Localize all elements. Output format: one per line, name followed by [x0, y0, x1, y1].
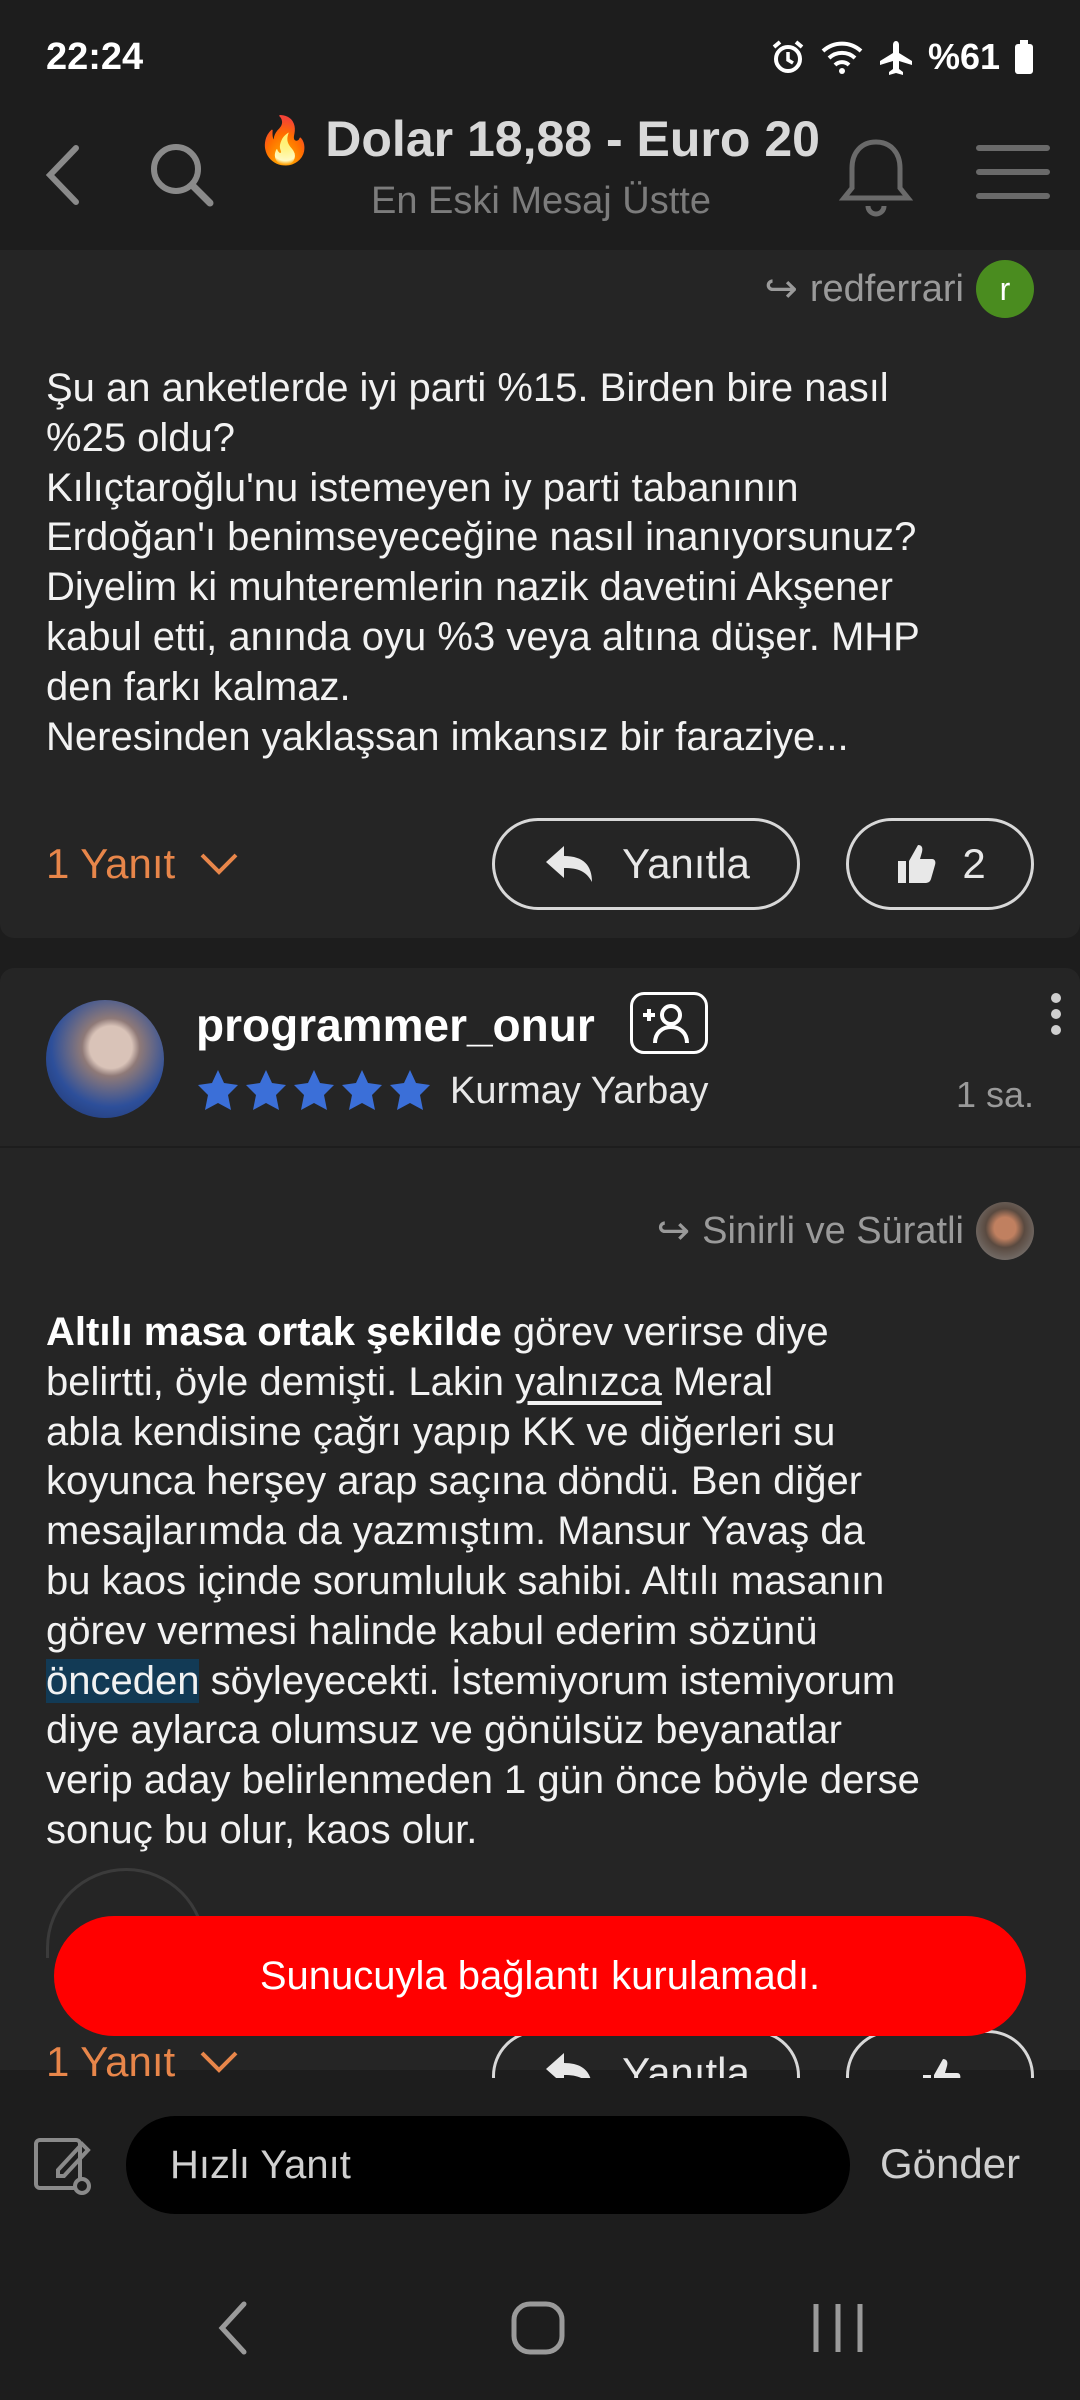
post-line: önceden söyleyecekti. İstemiyorum istemi… — [46, 1657, 1046, 1707]
post-text-span: belirtti, öyle demişti. Lakin — [46, 1359, 516, 1404]
like-button[interactable]: 2 — [846, 818, 1034, 910]
more-options-button[interactable] — [1046, 990, 1066, 1050]
menu-button[interactable] — [975, 140, 1051, 204]
rank-stars — [196, 1068, 432, 1112]
like-button[interactable] — [846, 2030, 1034, 2078]
like-button-clip — [846, 2030, 1034, 2078]
reply-button-clip: Yanıtla — [492, 2030, 800, 2078]
replies-label: 1 Yanıt — [46, 840, 176, 887]
sort-order-label[interactable]: En Eski Mesaj Üstte — [256, 180, 826, 223]
post-text-span: söyleyecekti. İstemiyorum istemiyorum — [199, 1658, 896, 1703]
post-line: Şu an anketlerde iyi parti %15. Birden b… — [46, 366, 889, 410]
hamburger-icon — [976, 145, 1050, 199]
nav-home-icon[interactable] — [508, 2298, 568, 2358]
reply-icon — [546, 2053, 591, 2078]
back-button[interactable] — [36, 140, 92, 210]
battery-percent: %61 — [927, 36, 1000, 77]
chevron-down-icon — [200, 2051, 238, 2073]
thread-title-text: Dolar 18,88 - Euro 20 — [325, 111, 820, 167]
post-body: Şu an anketlerde iyi parti %15. Birden b… — [46, 364, 1046, 762]
reply-button[interactable]: Yanıtla — [492, 2030, 800, 2078]
status-time: 22:24 — [46, 36, 144, 78]
thread-title[interactable]: 🔥 Dolar 18,88 - Euro 20 — [256, 110, 826, 176]
post-line: kabul etti, anında oyu %3 veya altına dü… — [46, 614, 920, 659]
reply-label: Yanıtla — [622, 2049, 750, 2078]
quoted-username: Sinirli ve Süratli — [702, 1209, 964, 1252]
post-line: Altılı masa ortak şekilde görev verirse … — [46, 1308, 1046, 1358]
reply-icon — [546, 846, 593, 882]
post-line: Erdoğan'ı benimseyeceğine nasıl inanıyor… — [46, 515, 917, 560]
post-text-span: Meral — [661, 1359, 773, 1404]
highlighted-text[interactable]: önceden — [46, 1658, 200, 1703]
user-rank: Kurmay Yarbay — [450, 1070, 709, 1112]
like-count: 2 — [962, 840, 986, 887]
error-toast: Sunucuyla bağlantı kurulamadı. — [54, 1916, 1026, 2036]
reply-arrow-icon: ↪ — [656, 1209, 691, 1253]
underlined-text: yalnızca — [515, 1359, 662, 1404]
thumbs-up-icon — [898, 845, 936, 883]
follow-button[interactable] — [630, 992, 708, 1054]
add-user-icon — [643, 1004, 689, 1044]
reply-label: Yanıtla — [622, 840, 750, 887]
post-line: Neresinden yaklaşsan imkansız bir farazi… — [46, 714, 849, 759]
send-button[interactable]: Gönder — [880, 2140, 1020, 2188]
post-line: Kılıçtaroğlu'nu istemeyen iy parti taban… — [46, 465, 799, 510]
quoted-user-link[interactable]: ↪ Sinirli ve Süratli — [657, 1202, 1034, 1260]
chevron-left-icon — [45, 145, 79, 205]
search-button[interactable] — [142, 135, 222, 215]
advanced-editor-button[interactable] — [30, 2130, 100, 2200]
post-line: abla kendisine çağrı yapıp KK ve diğerle… — [46, 1409, 836, 1454]
quick-reply-input[interactable] — [126, 2116, 850, 2214]
airplane-icon — [879, 41, 912, 75]
post-text-span: görev verirse diye — [501, 1310, 829, 1354]
replies-toggle[interactable]: 1 Yanıt — [46, 2038, 239, 2078]
star-icon — [342, 1070, 382, 1110]
avatar: r — [976, 260, 1034, 318]
notifications-button[interactable] — [836, 132, 916, 220]
chevron-down-icon — [200, 853, 238, 875]
star-icon — [294, 1070, 334, 1110]
post-line: sonuç bu olur, kaos olur. — [46, 1807, 478, 1852]
username[interactable]: programmer_onur — [196, 998, 595, 1052]
avatar[interactable] — [46, 1000, 164, 1118]
fire-icon: 🔥 — [256, 114, 314, 166]
star-icon — [390, 1070, 430, 1110]
replies-toggle[interactable]: 1 Yanıt — [46, 840, 239, 888]
nav-recents-icon[interactable] — [808, 2300, 868, 2356]
post-line: görev vermesi halinde kabul ederim sözün… — [46, 1608, 818, 1653]
post-line: mesajlarımda da yazmıştım. Mansur Yavaş … — [46, 1509, 865, 1554]
star-icon — [198, 1070, 238, 1110]
search-icon — [151, 144, 214, 207]
star-icon — [246, 1070, 286, 1110]
post-line: diye aylarca olumsuz ve gönülsüz beyanat… — [46, 1708, 842, 1753]
edit-settings-icon — [34, 2138, 91, 2195]
post-line: koyunca herşey arap saçına döndü. Ben di… — [46, 1459, 863, 1504]
post-line: Diyelim ki muhteremlerin nazik davetini … — [46, 565, 893, 610]
battery-icon — [1015, 40, 1033, 74]
post-line: verip aday belirlenmeden 1 gün önce böyl… — [46, 1758, 920, 1803]
thumbs-up-icon — [923, 2059, 961, 2078]
post-body: Altılı masa ortak şekilde görev verirse … — [46, 1308, 1046, 1856]
status-icons: %61 — [770, 36, 1034, 78]
bold-text: Altılı masa ortak şekilde — [46, 1310, 502, 1354]
wifi-icon — [821, 41, 863, 74]
system-nav-bar — [0, 2258, 1080, 2400]
post-line: %25 oldu? — [46, 415, 236, 460]
alarm-icon — [772, 40, 804, 73]
quoted-user-link[interactable]: ↪ redferrari r — [764, 260, 1034, 318]
post-time: 1 sa. — [955, 1074, 1034, 1115]
nav-back-icon[interactable] — [214, 2298, 254, 2358]
kebab-icon — [1051, 993, 1061, 1035]
replies-label: 1 Yanıt — [46, 2038, 176, 2078]
post-line: den farkı kalmaz. — [46, 664, 351, 709]
quoted-username: redferrari — [809, 267, 964, 310]
post-line: belirtti, öyle demişti. Lakin yalnızca M… — [46, 1358, 1046, 1408]
reply-arrow-icon: ↪ — [764, 267, 798, 311]
bell-icon — [838, 139, 914, 217]
post-line: bu kaos içinde sorumluluk sahibi. Altılı… — [46, 1558, 885, 1603]
reply-button[interactable]: Yanıtla — [492, 818, 800, 910]
avatar — [976, 1202, 1034, 1260]
